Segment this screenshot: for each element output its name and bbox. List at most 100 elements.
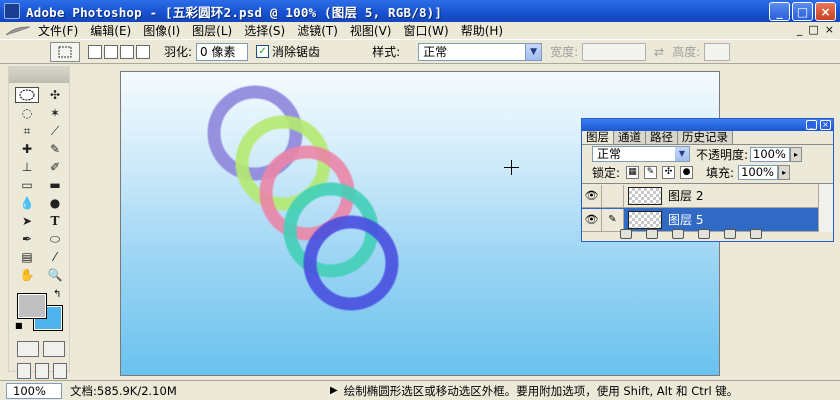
- trash-icon[interactable]: [750, 228, 762, 239]
- lock-position-icon[interactable]: ✣: [662, 165, 676, 179]
- menu-layer[interactable]: 图层(L): [188, 22, 240, 39]
- fill-input[interactable]: 100%: [738, 164, 779, 180]
- width-input[interactable]: [582, 42, 647, 61]
- standard-mode-button[interactable]: [17, 341, 39, 357]
- full-screen-button[interactable]: [53, 363, 67, 379]
- adjustment-layer-icon[interactable]: [698, 228, 710, 239]
- foreground-color-swatch[interactable]: [17, 293, 47, 319]
- tab-layers[interactable]: 图层: [582, 131, 614, 144]
- move-icon[interactable]: ✣: [43, 87, 67, 103]
- path-selection-icon[interactable]: ➤: [15, 213, 39, 229]
- feather-input[interactable]: 0 像素: [196, 42, 249, 61]
- standard-screen-button[interactable]: [17, 363, 31, 379]
- blend-mode-select[interactable]: 正常 ▼: [592, 146, 690, 162]
- menu-image[interactable]: 图像(I): [139, 22, 188, 39]
- history-brush-icon[interactable]: ✐: [43, 159, 67, 175]
- layer-link-slot[interactable]: [602, 184, 624, 207]
- menu-file[interactable]: 文件(F): [34, 22, 86, 39]
- eye-icon[interactable]: 👁: [582, 184, 602, 207]
- blur-icon[interactable]: 💧: [15, 195, 39, 211]
- zoom-icon[interactable]: 🔍: [43, 267, 67, 283]
- pen-icon[interactable]: ✒: [15, 231, 39, 247]
- rect-marquee-icon[interactable]: [15, 87, 39, 103]
- antialias-checkbox[interactable]: ✓: [256, 45, 270, 58]
- tab-channels[interactable]: 通道: [614, 131, 646, 144]
- gradient-icon[interactable]: ▬: [43, 177, 67, 193]
- lock-fill-row: 锁定: ▦ ✎ ✣ ● 填充: 100% ▸: [582, 163, 833, 181]
- crop-icon[interactable]: ⌗: [15, 123, 39, 139]
- antialias-label: 消除锯齿: [272, 45, 321, 59]
- intersect-selection-button[interactable]: [136, 44, 150, 59]
- document-size-info[interactable]: 文档:585.9K/2.10M: [70, 383, 330, 399]
- full-screen-menu-button[interactable]: [35, 363, 49, 379]
- close-button[interactable]: ×: [815, 2, 836, 21]
- layer-style-icon[interactable]: [620, 228, 632, 239]
- menu-filter[interactable]: 滤镜(T): [293, 22, 346, 39]
- hand-icon[interactable]: ✋: [15, 267, 39, 283]
- layer-row[interactable]: 👁 图层 2: [582, 184, 818, 208]
- brush-icon[interactable]: ✎: [43, 141, 67, 157]
- chevron-down-icon: ▼: [675, 147, 689, 161]
- menu-window[interactable]: 窗口(W): [399, 22, 456, 39]
- fill-slider-button[interactable]: ▸: [778, 164, 791, 180]
- window-controls: _ □ ×: [769, 2, 836, 21]
- new-layer-icon[interactable]: [724, 228, 736, 239]
- new-selection-button[interactable]: [88, 44, 102, 59]
- photoshop-app-icon[interactable]: [4, 3, 20, 19]
- doc-minimize-button[interactable]: _: [797, 23, 803, 36]
- opacity-slider-button[interactable]: ▸: [790, 146, 803, 162]
- dodge-icon[interactable]: ●: [43, 195, 67, 211]
- opacity-input[interactable]: 100%: [750, 146, 791, 162]
- shape-icon[interactable]: ⬭: [43, 231, 67, 247]
- toolbox-header[interactable]: [9, 67, 69, 83]
- quick-mask-mode-button[interactable]: [43, 341, 65, 357]
- new-set-icon[interactable]: [672, 228, 684, 239]
- magic-wand-icon[interactable]: ✶: [43, 105, 67, 121]
- slice-icon[interactable]: ⟋: [43, 123, 67, 139]
- palette-minimize-button[interactable]: _: [806, 120, 817, 130]
- eyedropper-icon[interactable]: ⁄: [43, 249, 67, 265]
- status-menu-arrow-icon[interactable]: ▶: [330, 385, 338, 396]
- eraser-icon[interactable]: ▭: [15, 177, 39, 193]
- options-bar: 羽化: 0 像素 ✓ 消除锯齿 样式: 正常 ▼ 宽度: ⇄ 高度:: [0, 40, 840, 64]
- type-icon[interactable]: T: [43, 213, 67, 229]
- lock-pixels-icon[interactable]: ✎: [644, 165, 658, 179]
- lock-transparency-icon[interactable]: ▦: [626, 165, 640, 179]
- style-select[interactable]: 正常 ▼: [418, 42, 543, 61]
- menu-view[interactable]: 视图(V): [346, 22, 400, 39]
- blend-mode-value: 正常: [597, 147, 622, 161]
- maximize-button[interactable]: □: [792, 2, 813, 21]
- swap-dimensions-icon[interactable]: ⇄: [654, 45, 664, 59]
- palette-close-button[interactable]: ×: [820, 120, 831, 130]
- palette-title-bar[interactable]: _ ×: [582, 119, 833, 131]
- palette-tabs: 图层 通道 路径 历史记录: [582, 131, 833, 145]
- menu-help[interactable]: 帮助(H): [457, 22, 511, 39]
- swap-colors-icon[interactable]: ↰: [53, 289, 61, 300]
- doc-close-button[interactable]: ×: [825, 23, 834, 36]
- height-input[interactable]: [704, 42, 731, 61]
- healing-brush-icon[interactable]: ✚: [15, 141, 39, 157]
- layers-scrollbar[interactable]: [818, 184, 833, 232]
- add-to-selection-button[interactable]: [104, 44, 118, 59]
- layer-mask-icon[interactable]: [646, 228, 658, 239]
- tab-paths[interactable]: 路径: [646, 131, 678, 144]
- style-label: 样式:: [372, 45, 401, 59]
- default-colors-icon[interactable]: ■: [15, 321, 23, 330]
- zoom-input[interactable]: 100%: [6, 382, 62, 399]
- lasso-icon[interactable]: ◌: [15, 105, 39, 121]
- lock-all-icon[interactable]: ●: [680, 165, 694, 179]
- toolbox: ✣ ◌ ✶ ⌗ ⟋ ✚ ✎ ⊥ ✐ ▭ ▬ 💧 ● ➤ T ✒ ⬭ ▤ ⁄ ✋ …: [8, 66, 70, 400]
- tab-history[interactable]: 历史记录: [678, 131, 733, 144]
- menu-select[interactable]: 选择(S): [240, 22, 293, 39]
- minimize-button[interactable]: _: [769, 2, 790, 21]
- layer-thumbnail: [628, 210, 662, 229]
- subtract-selection-button[interactable]: [120, 44, 134, 59]
- style-value: 正常: [423, 44, 448, 59]
- tool-preset-picker[interactable]: [50, 41, 80, 62]
- layer-name: 图层 2: [668, 189, 704, 203]
- marquee-preset-icon: [58, 46, 72, 57]
- clone-stamp-icon[interactable]: ⊥: [15, 159, 39, 175]
- menu-edit[interactable]: 编辑(E): [86, 22, 139, 39]
- doc-restore-button[interactable]: □: [808, 23, 818, 36]
- notes-icon[interactable]: ▤: [15, 249, 39, 265]
